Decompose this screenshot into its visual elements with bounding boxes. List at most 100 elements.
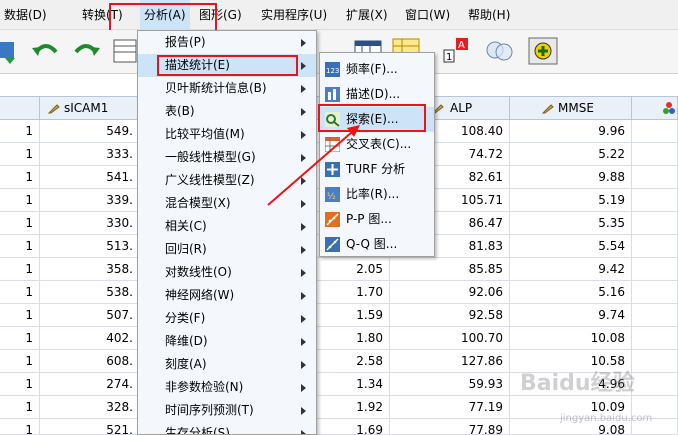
menu-item-turf[interactable]: TURF 分析 bbox=[320, 157, 434, 182]
menu-transform[interactable]: 转换(T) bbox=[82, 0, 123, 30]
column-header-mmse[interactable]: MMSE bbox=[510, 96, 632, 120]
menu-item-survival[interactable]: 生存分析(S) bbox=[138, 422, 316, 434]
menu-item-dimension-reduction[interactable]: 降维(D) bbox=[138, 330, 316, 353]
cell[interactable]: 92.58 bbox=[390, 304, 510, 327]
cell[interactable] bbox=[632, 212, 678, 235]
cell[interactable] bbox=[632, 373, 678, 396]
cell[interactable]: 77.19 bbox=[390, 396, 510, 419]
cell[interactable] bbox=[632, 189, 678, 212]
menu-item-neural-networks[interactable]: 神经网络(W) bbox=[138, 284, 316, 307]
cell[interactable] bbox=[632, 235, 678, 258]
menu-item-frequencies[interactable]: 123 频率(F)... bbox=[320, 57, 434, 82]
cell[interactable]: 1 bbox=[0, 120, 40, 143]
cell[interactable]: 1 bbox=[0, 396, 40, 419]
cell[interactable]: 330. bbox=[40, 212, 140, 235]
undo-icon[interactable] bbox=[30, 36, 62, 66]
cell[interactable]: 85.85 bbox=[390, 258, 510, 281]
cell[interactable] bbox=[632, 304, 678, 327]
menu-item-correlate[interactable]: 相关(C) bbox=[138, 215, 316, 238]
cell[interactable]: 1 bbox=[0, 350, 40, 373]
cell[interactable]: 1 bbox=[0, 143, 40, 166]
cell[interactable]: 507. bbox=[40, 304, 140, 327]
cell[interactable] bbox=[632, 281, 678, 304]
cell[interactable]: 5.54 bbox=[510, 235, 632, 258]
cell[interactable] bbox=[632, 166, 678, 189]
menu-item-bayesian[interactable]: 贝叶斯统计信息(B) bbox=[138, 77, 316, 100]
cell[interactable]: 92.06 bbox=[390, 281, 510, 304]
menu-item-ratio[interactable]: ½ 比率(R)... bbox=[320, 182, 434, 207]
menu-item-loglinear[interactable]: 对数线性(O) bbox=[138, 261, 316, 284]
cell[interactable]: 1 bbox=[0, 189, 40, 212]
cell[interactable]: 608. bbox=[40, 350, 140, 373]
cell[interactable]: 538. bbox=[40, 281, 140, 304]
redo-icon[interactable] bbox=[70, 36, 102, 66]
weight-cases-icon[interactable]: 1A bbox=[440, 36, 472, 66]
menu-item-tables[interactable]: 表(B) bbox=[138, 100, 316, 123]
menu-data[interactable]: 数据(D) bbox=[4, 0, 47, 30]
cell[interactable]: 549. bbox=[40, 120, 140, 143]
cell[interactable]: 521. bbox=[40, 419, 140, 435]
cell[interactable]: 59.93 bbox=[390, 373, 510, 396]
cell[interactable]: 1 bbox=[0, 212, 40, 235]
menu-item-regression[interactable]: 回归(R) bbox=[138, 238, 316, 261]
cell[interactable]: 1 bbox=[0, 373, 40, 396]
menu-item-scale[interactable]: 刻度(A) bbox=[138, 353, 316, 376]
menu-item-nonparametric-tests[interactable]: 非参数检验(N) bbox=[138, 376, 316, 399]
cell[interactable]: 1 bbox=[0, 166, 40, 189]
cell[interactable]: 1 bbox=[0, 281, 40, 304]
menu-item-descriptive-statistics[interactable]: 描述统计(E) bbox=[138, 54, 316, 77]
menu-item-generalized-linear-models[interactable]: 广义线性模型(Z) bbox=[138, 169, 316, 192]
menu-item-explore[interactable]: 探索(E)... bbox=[320, 107, 434, 132]
cell[interactable]: 5.22 bbox=[510, 143, 632, 166]
menu-extensions[interactable]: 扩展(X) bbox=[346, 0, 388, 30]
cell[interactable]: 5.19 bbox=[510, 189, 632, 212]
cell[interactable] bbox=[632, 350, 678, 373]
cell[interactable]: 10.08 bbox=[510, 327, 632, 350]
cell[interactable]: 333. bbox=[40, 143, 140, 166]
cell[interactable]: 1 bbox=[0, 258, 40, 281]
cell[interactable]: 513. bbox=[40, 235, 140, 258]
cell[interactable] bbox=[632, 327, 678, 350]
menu-item-qq-plots[interactable]: Q-Q 图... bbox=[320, 232, 434, 257]
cell[interactable]: 328. bbox=[40, 396, 140, 419]
cell[interactable]: 1 bbox=[0, 419, 40, 435]
cell[interactable]: 358. bbox=[40, 258, 140, 281]
cell[interactable]: 100.70 bbox=[390, 327, 510, 350]
cell[interactable]: 1 bbox=[0, 327, 40, 350]
cell[interactable]: 402. bbox=[40, 327, 140, 350]
menu-help[interactable]: 帮助(H) bbox=[468, 0, 510, 30]
cell[interactable]: 1 bbox=[0, 304, 40, 327]
cell[interactable]: 339. bbox=[40, 189, 140, 212]
menu-item-reports[interactable]: 报告(P) bbox=[138, 31, 316, 54]
cell[interactable]: 541. bbox=[40, 166, 140, 189]
column-header-next[interactable] bbox=[632, 96, 678, 120]
menu-utilities[interactable]: 实用程序(U) bbox=[261, 0, 327, 30]
cell[interactable]: 127.86 bbox=[390, 350, 510, 373]
menu-item-descriptives[interactable]: 描述(D)... bbox=[320, 82, 434, 107]
cell[interactable]: 5.16 bbox=[510, 281, 632, 304]
cell[interactable]: 274. bbox=[40, 373, 140, 396]
use-sets-icon[interactable] bbox=[484, 36, 516, 66]
cell[interactable]: 9.42 bbox=[510, 258, 632, 281]
cell[interactable] bbox=[632, 143, 678, 166]
menu-item-general-linear-model[interactable]: 一般线性模型(G) bbox=[138, 146, 316, 169]
dialog-recall-icon[interactable] bbox=[0, 36, 32, 66]
cell[interactable]: 5.35 bbox=[510, 212, 632, 235]
cell[interactable]: 9.74 bbox=[510, 304, 632, 327]
cell[interactable]: 1 bbox=[0, 235, 40, 258]
menu-item-pp-plots[interactable]: P-P 图... bbox=[320, 207, 434, 232]
menu-item-classify[interactable]: 分类(F) bbox=[138, 307, 316, 330]
column-header-sicam1[interactable]: sICAM1 bbox=[40, 96, 140, 120]
menu-analyze[interactable]: 分析(A) bbox=[140, 0, 190, 30]
cell[interactable]: 77.89 bbox=[390, 419, 510, 435]
menu-item-crosstabs[interactable]: 交叉表(C)... bbox=[320, 132, 434, 157]
cell[interactable] bbox=[632, 258, 678, 281]
column-header-id[interactable] bbox=[0, 96, 40, 120]
menu-item-compare-means[interactable]: 比较平均值(M) bbox=[138, 123, 316, 146]
menu-window[interactable]: 窗口(W) bbox=[405, 0, 450, 30]
cell[interactable] bbox=[632, 120, 678, 143]
cell[interactable]: 9.88 bbox=[510, 166, 632, 189]
menu-item-mixed-models[interactable]: 混合模型(X) bbox=[138, 192, 316, 215]
spelling-icon[interactable] bbox=[527, 36, 559, 66]
cell[interactable]: 9.96 bbox=[510, 120, 632, 143]
